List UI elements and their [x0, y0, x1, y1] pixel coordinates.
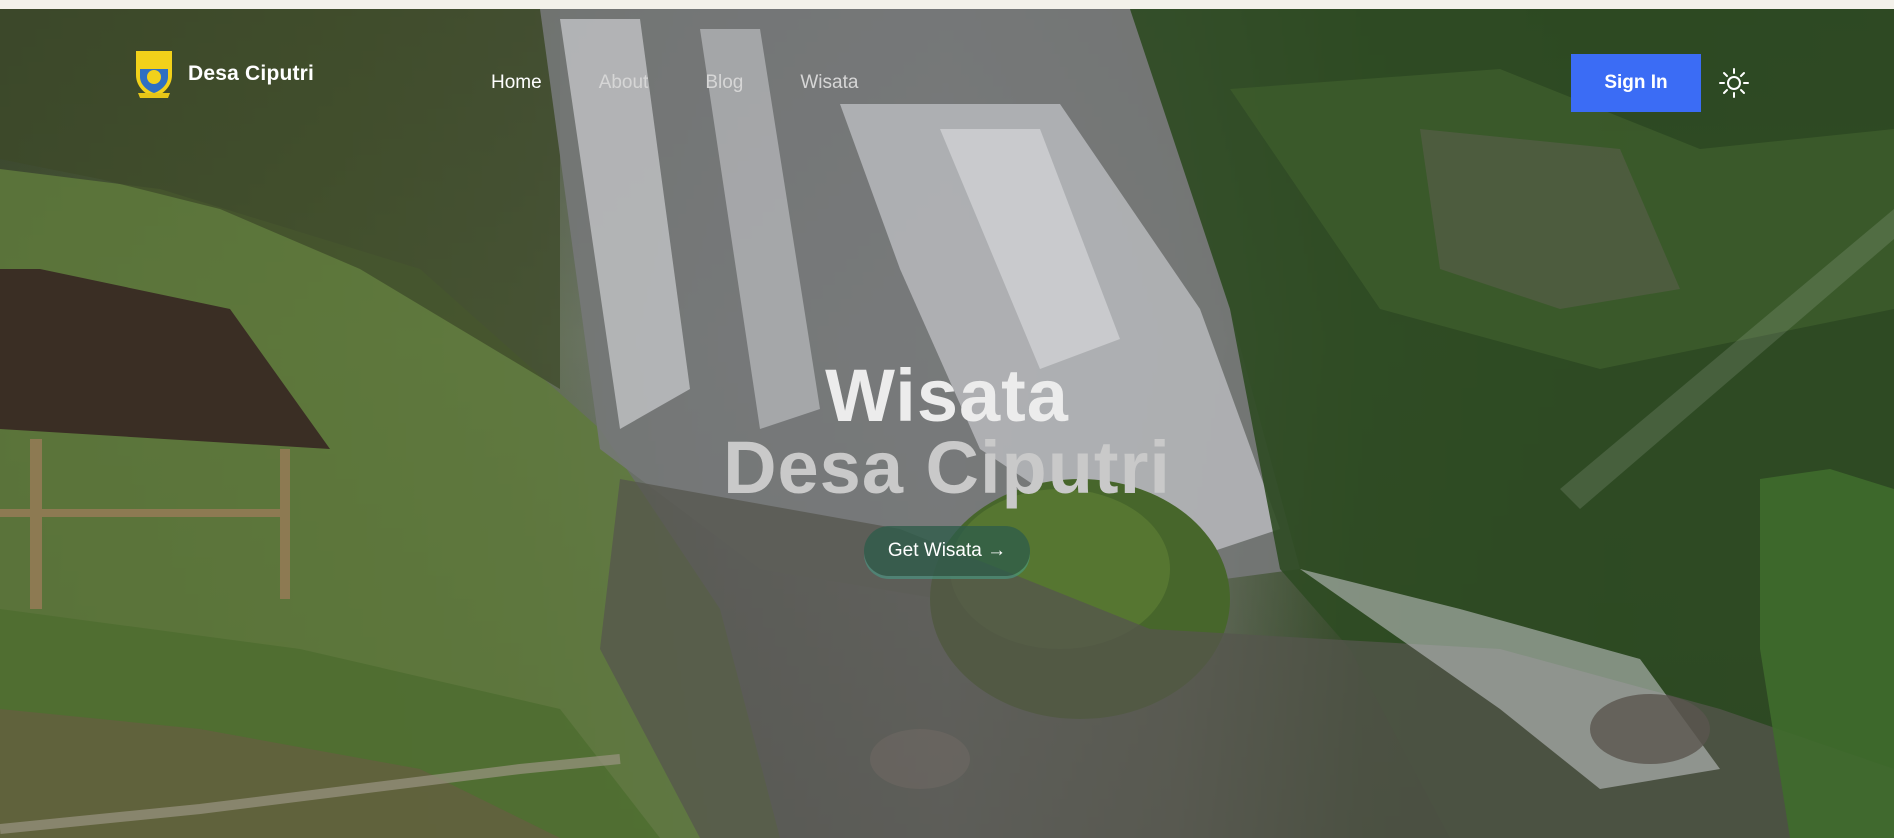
hero-title: Wisata Desa Ciputri: [0, 354, 1894, 510]
hero-title-line1: Wisata: [825, 354, 1069, 438]
nav-item-blog[interactable]: Blog: [705, 71, 743, 95]
nav-item-home[interactable]: Home: [491, 71, 542, 95]
browser-top-strip: [0, 0, 1894, 9]
nav-item-about[interactable]: About: [599, 71, 649, 95]
brand-logo-link[interactable]: Desa Ciputri: [132, 49, 314, 99]
brand-name: Desa Ciputri: [188, 62, 315, 85]
village-crest-icon: [136, 51, 172, 98]
nav-item-wisata[interactable]: Wisata: [800, 71, 858, 95]
hero-section: Desa Ciputri Home About Blog Wisata Sign…: [0, 9, 1894, 838]
sign-in-button[interactable]: Sign In: [1571, 54, 1701, 112]
get-wisata-button[interactable]: Get Wisata →: [864, 526, 1030, 576]
sun-icon[interactable]: [1718, 67, 1750, 99]
main-nav: Home About Blog Wisata: [491, 71, 915, 95]
hero-title-line2: Desa Ciputri: [723, 426, 1171, 510]
